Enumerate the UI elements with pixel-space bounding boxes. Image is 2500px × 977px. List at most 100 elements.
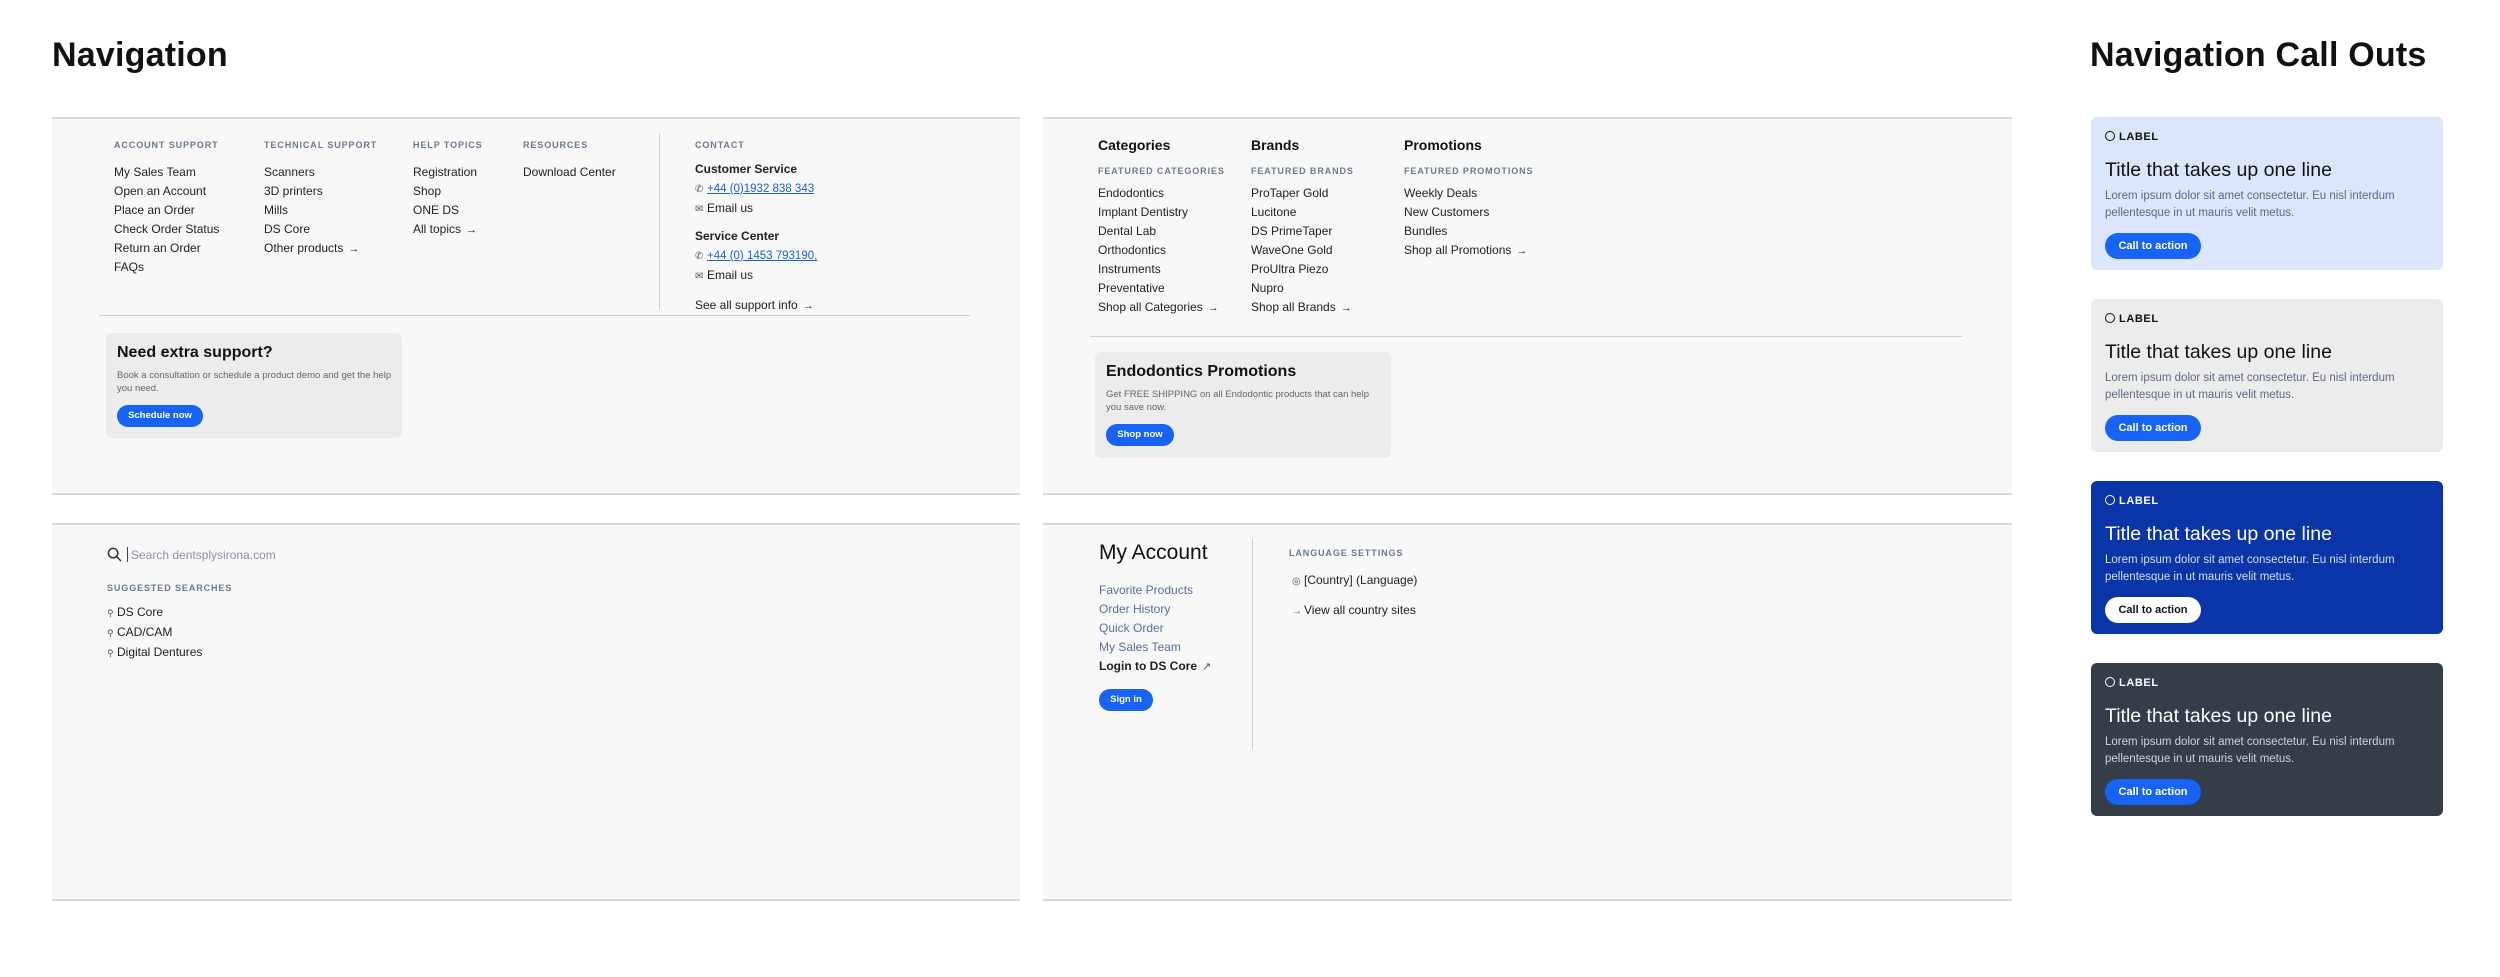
categories-title: Categories <box>1098 137 1171 153</box>
suggestion-item[interactable]: ⚲ DS Core <box>107 603 202 623</box>
category-link-endodontics[interactable]: Endodontics <box>1098 184 1225 203</box>
service-center-phone-link[interactable]: +44 (0) 1453 793190, <box>707 250 817 262</box>
all-topics-label: All topics <box>413 222 462 236</box>
menu-link-one-ds[interactable]: ONE DS <box>413 201 483 220</box>
extra-support-card: Need extra support? Book a consultation … <box>106 333 402 438</box>
search-bar[interactable]: Search dentsplysirona.com <box>107 547 276 562</box>
shop-all-brands-link[interactable]: Shop all Brands → <box>1251 298 1354 318</box>
menu-link-place-order[interactable]: Place an Order <box>114 201 219 220</box>
menu-link-registration[interactable]: Registration <box>413 163 483 182</box>
callout-title: Title that takes up one line <box>2105 523 2332 545</box>
category-link-instruments[interactable]: Instruments <box>1098 260 1225 279</box>
arrow-right-icon: → <box>1292 606 1302 617</box>
callout-card: LABEL Title that takes up one line Lorem i… <box>2091 663 2443 816</box>
featured-promotions-heading: FEATURED PROMOTIONS <box>1404 166 1534 176</box>
menu-link-my-sales-team[interactable]: My Sales Team <box>114 163 219 182</box>
view-all-country-sites-label: View all country sites <box>1304 603 1416 617</box>
callout-title: Title that takes up one line <box>2105 705 2332 727</box>
search-input[interactable]: Search dentsplysirona.com <box>131 548 276 562</box>
promo-link-weekly-deals[interactable]: Weekly Deals <box>1404 184 1533 203</box>
navigation-heading: Navigation <box>52 36 228 74</box>
brand-link-nupro[interactable]: Nupro <box>1251 279 1354 298</box>
login-ds-core-label: Login to DS Core <box>1099 659 1197 673</box>
suggested-searches-list: ⚲ DS Core ⚲ CAD/CAM ⚲ Digital Dentures <box>107 603 202 663</box>
call-to-action-button[interactable]: Call to action <box>2105 415 2201 441</box>
menu-link-check-order-status[interactable]: Check Order Status <box>114 220 219 239</box>
arrow-right-icon: → <box>348 243 360 255</box>
contact-heading: CONTACT <box>695 140 745 150</box>
category-link-orthodontics[interactable]: Orthodontics <box>1098 241 1225 260</box>
menu-link-open-account[interactable]: Open an Account <box>114 182 219 201</box>
menu-link-download-center[interactable]: Download Center <box>523 163 616 182</box>
search-icon <box>107 547 122 562</box>
schedule-now-button[interactable]: Schedule now <box>117 405 203 427</box>
external-link-icon: ↗ <box>1202 661 1212 673</box>
menu-link-scanners[interactable]: Scanners <box>264 163 377 182</box>
brand-link-waveone-gold[interactable]: WaveOne Gold <box>1251 241 1354 260</box>
language-selector[interactable]: ◎ [Country] (Language) <box>1292 573 1417 587</box>
menu-link-other-products[interactable]: Other products → <box>264 239 377 259</box>
account-support-column: ACCOUNT SUPPORT My Sales Team Open an Ac… <box>114 140 219 277</box>
shop-all-categories-link[interactable]: Shop all Categories → <box>1098 298 1225 318</box>
callout-label: LABEL <box>2105 313 2159 325</box>
brand-link-ds-primetaper[interactable]: DS PrimeTaper <box>1251 222 1354 241</box>
circle-icon <box>2105 131 2115 141</box>
category-link-dental-lab[interactable]: Dental Lab <box>1098 222 1225 241</box>
callout-body: Lorem ipsum dolor sit amet consectetur. … <box>2105 736 2395 765</box>
categories-column: Categories FEATURED CATEGORIES Endodonti… <box>1098 137 1225 318</box>
promo-link-new-customers[interactable]: New Customers <box>1404 203 1533 222</box>
arrow-right-icon: → <box>1207 302 1219 314</box>
customer-service-email-link[interactable]: Email us <box>707 201 753 215</box>
menu-link-faqs[interactable]: FAQs <box>114 258 219 277</box>
callout-label: LABEL <box>2105 131 2159 143</box>
suggestion-label: Digital Dentures <box>117 645 203 659</box>
menu-link-ds-core[interactable]: DS Core <box>264 220 377 239</box>
callout-label-text: LABEL <box>2119 495 2159 507</box>
category-link-preventative[interactable]: Preventative <box>1098 279 1225 298</box>
brand-link-protaper-gold[interactable]: ProTaper Gold <box>1251 184 1354 203</box>
account-support-heading: ACCOUNT SUPPORT <box>114 140 219 150</box>
customer-service-phone-link[interactable]: +44 (0)1932 838 343 <box>707 183 814 195</box>
shop-all-promotions-link[interactable]: Shop all Promotions → <box>1404 241 1533 261</box>
menu-link-mills[interactable]: Mills <box>264 201 377 220</box>
login-ds-core-link[interactable]: Login to DS Core ↗ <box>1099 657 1211 677</box>
mail-icon: ✉ <box>695 271 704 282</box>
shop-now-button[interactable]: Shop now <box>1106 424 1174 446</box>
brand-link-lucitone[interactable]: Lucitone <box>1251 203 1354 222</box>
menu-link-all-topics[interactable]: All topics → <box>413 220 483 240</box>
view-all-country-sites-link[interactable]: → View all country sites <box>1292 603 1416 617</box>
service-center-email-link[interactable]: Email us <box>707 268 753 282</box>
call-to-action-button[interactable]: Call to action <box>2105 233 2201 259</box>
promo-link-bundles[interactable]: Bundles <box>1404 222 1533 241</box>
account-menu-panel: My Account Favorite Products Order Histo… <box>1043 523 2012 901</box>
brands-column: Brands FEATURED BRANDS ProTaper Gold Luc… <box>1251 137 1354 318</box>
arrow-right-icon: → <box>802 300 814 312</box>
support-menu-panel: ACCOUNT SUPPORT My Sales Team Open an Ac… <box>52 117 1020 495</box>
menu-link-return-order[interactable]: Return an Order <box>114 239 219 258</box>
account-link-my-sales-team[interactable]: My Sales Team <box>1099 638 1211 657</box>
menu-link-3d-printers[interactable]: 3D printers <box>264 182 377 201</box>
callout-card: LABEL Title that takes up one line Lorem i… <box>2091 117 2443 270</box>
sign-in-button[interactable]: Sign in <box>1099 689 1153 711</box>
menu-link-shop[interactable]: Shop <box>413 182 483 201</box>
call-to-action-button[interactable]: Call to action <box>2105 597 2201 623</box>
suggestion-item[interactable]: ⚲ Digital Dentures <box>107 643 202 663</box>
suggestion-item[interactable]: ⚲ CAD/CAM <box>107 623 202 643</box>
circle-icon <box>2105 313 2115 323</box>
call-to-action-button[interactable]: Call to action <box>2105 779 2201 805</box>
featured-categories-heading: FEATURED CATEGORIES <box>1098 166 1225 176</box>
callout-body: Lorem ipsum dolor sit amet consectetur. … <box>2105 554 2395 583</box>
account-link-order-history[interactable]: Order History <box>1099 600 1211 619</box>
callout-body: Lorem ipsum dolor sit amet consectetur. … <box>2105 372 2395 401</box>
brand-link-proultra-piezo[interactable]: ProUltra Piezo <box>1251 260 1354 279</box>
callout-card: LABEL Title that takes up one line Lorem i… <box>2091 299 2443 452</box>
account-link-quick-order[interactable]: Quick Order <box>1099 619 1211 638</box>
text-cursor <box>127 547 128 562</box>
account-link-favorite-products[interactable]: Favorite Products <box>1099 581 1211 600</box>
category-link-implant-dentistry[interactable]: Implant Dentistry <box>1098 203 1225 222</box>
resources-heading: RESOURCES <box>523 140 589 150</box>
promo-card-title: Endodontics Promotions <box>1106 363 1297 380</box>
callout-label: LABEL <box>2105 495 2159 507</box>
circle-icon <box>2105 495 2115 505</box>
see-all-support-link[interactable]: See all support info → <box>695 298 817 312</box>
